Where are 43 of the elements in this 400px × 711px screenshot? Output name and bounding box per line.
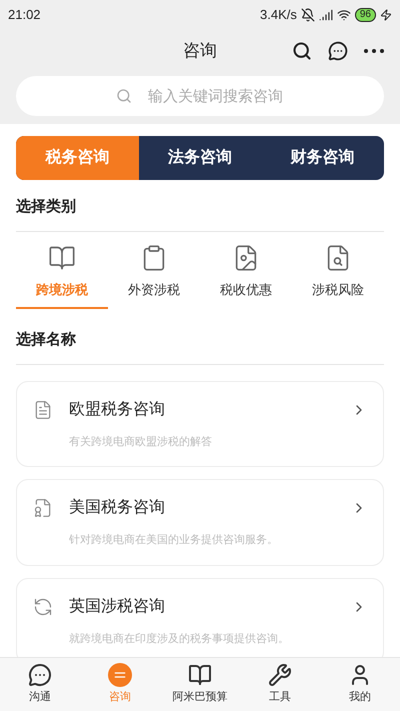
category-tab[interactable]: 税收优惠 [200,232,292,309]
tab[interactable]: 法务咨询 [138,136,262,180]
page-title: 咨询 [183,40,217,62]
search-icon [116,88,132,104]
book-icon [188,663,212,688]
search-button[interactable] [292,41,312,61]
nav-item[interactable]: 阿米巴预算 [160,658,240,711]
nav-item[interactable]: 工具 [240,658,320,711]
more-icon [364,49,384,53]
nav-item[interactable]: 沟通 [0,658,80,711]
card-description: 就跨境电商在印度涉及的税务事项提供咨询。 [69,632,290,646]
section-heading: 选择类别 [16,197,77,217]
nav-item[interactable]: 我的 [320,658,400,711]
category-tab[interactable]: 涉税风险 [292,232,384,309]
charging-icon [380,9,392,21]
status-time: 21:02 [8,6,41,24]
card-title: 英国涉税咨询 [69,596,165,616]
search-field[interactable]: 输入关键词搜索咨询 [16,76,384,116]
chat-icon [28,663,52,688]
card-title: 美国税务咨询 [69,498,165,518]
card-description: 针对跨境电商在美国的业务提供咨询服务。 [69,532,279,548]
document-badge-icon [33,498,53,518]
mute-icon [300,8,315,22]
consult-icon [108,663,132,688]
more-button[interactable] [364,49,384,53]
document-icon [33,400,53,420]
consult-card[interactable]: 美国税务咨询 针对跨境电商在美国的业务提供咨询服务。 [16,479,384,566]
section-heading: 选择名称 [16,330,77,350]
book-icon [48,244,76,272]
circular-arrow-icon [33,596,53,616]
signal-icon [318,8,333,22]
wifi-icon [336,8,351,22]
card-description: 有关跨境电商欧盟涉税的解答 [69,434,213,450]
wrench-icon [268,663,292,688]
card-title: 欧盟税务咨询 [69,400,165,420]
network-speed: 3.4K/s [260,6,297,24]
search-icon [292,41,312,61]
category-tab[interactable]: 外资涉税 [108,232,200,309]
message-button[interactable] [328,41,348,61]
battery-level: 96 [354,8,376,22]
consult-card[interactable]: 欧盟税务咨询 有关跨境电商欧盟涉税的解答 [16,380,384,467]
chat-bubble-icon [328,41,348,61]
tab[interactable]: 财务咨询 [261,136,384,180]
